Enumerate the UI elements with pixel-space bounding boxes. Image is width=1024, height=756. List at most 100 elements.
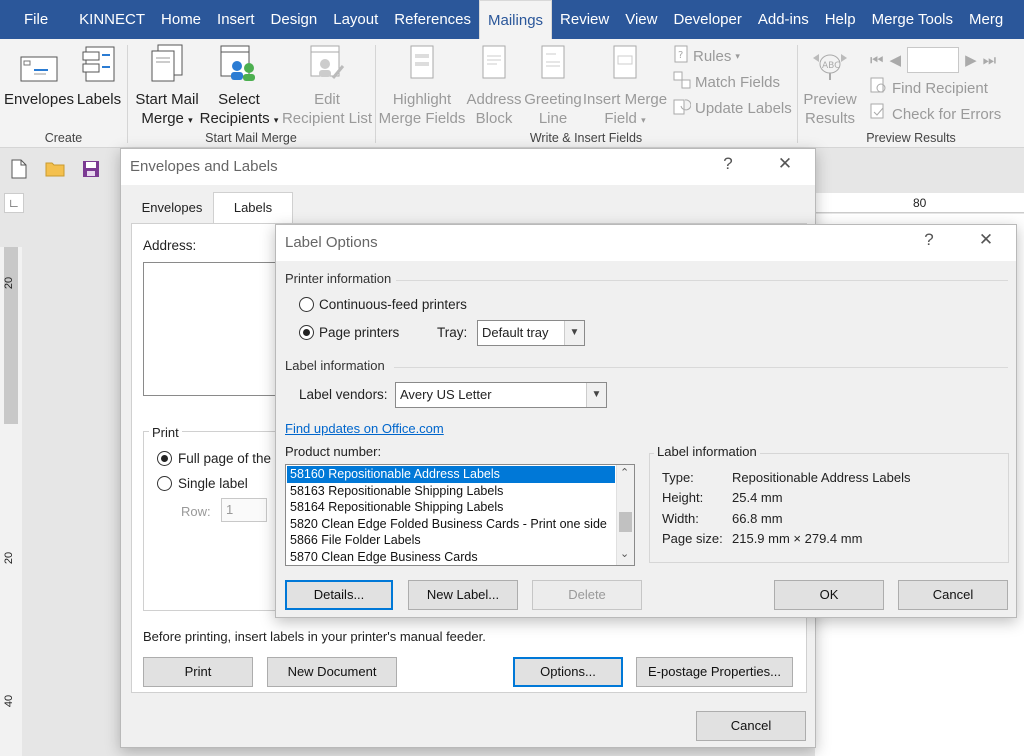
tab-insert[interactable]: Insert [209,0,263,39]
next-record-icon[interactable]: ▶ [965,51,977,69]
preview-results-button[interactable]: ABC Preview Results [800,45,860,128]
match-fields-button[interactable]: Match Fields [673,71,780,93]
full-page-radio[interactable] [157,451,172,466]
tab-file[interactable]: File [0,0,71,39]
edit-recipient-list-button[interactable]: Edit Recipient List [278,45,376,128]
tab-view[interactable]: View [617,0,665,39]
scrollbar-thumb[interactable] [619,512,632,532]
tab-merge-overflow[interactable]: Merg [961,0,1011,39]
page-printers-radio[interactable] [299,325,314,340]
tab-design[interactable]: Design [263,0,326,39]
row-spinner[interactable]: 1 [221,498,267,522]
insert-merge-field-button[interactable]: Insert Merge Field ▾ [582,45,668,130]
address-textarea[interactable] [143,262,283,396]
check-for-errors-label: Check for Errors [892,105,1002,123]
ruler-mark: 40 [3,694,16,708]
product-list-item[interactable]: 5820 Clean Edge Folded Business Cards - … [287,516,615,533]
label-options-dialog: Label Options ? ✕ Printer information Co… [275,224,1017,618]
tab-mailings[interactable]: Mailings [479,0,553,39]
address-block-line1: Address [466,91,522,108]
edit-list-icon [309,44,345,87]
page-printers-label: Page printers [319,325,400,340]
last-record-icon[interactable]: ⏭ [983,52,997,69]
edit-recipient-list-line1: Edit [314,91,340,108]
greeting-line-icon [539,44,567,87]
tray-select[interactable]: Default tray ▼ [477,320,585,346]
open-folder-icon[interactable] [45,161,65,180]
previous-record-icon[interactable]: ◀ [890,51,902,69]
help-button[interactable]: ? [716,154,740,174]
help-button[interactable]: ? [917,230,941,250]
start-mail-merge-button[interactable]: Start Mail Merge ▾ [130,44,204,130]
first-record-icon[interactable]: ⏮ [870,52,884,69]
close-button[interactable]: ✕ [974,230,998,250]
cancel-label: Cancel [932,587,974,602]
scroll-down-icon[interactable]: ⌄ [620,547,629,560]
chevron-down-icon: ▾ [188,115,193,125]
page-size-key: Page size: [662,531,723,546]
details-button[interactable]: Details... [285,580,393,610]
full-page-label: Full page of the s [178,451,282,466]
close-button[interactable]: ✕ [773,154,797,174]
tab-review[interactable]: Review [552,0,617,39]
epostage-properties-button[interactable]: E-postage Properties... [636,657,793,687]
chevron-down-icon: ▼ [586,383,606,407]
envelopes-button[interactable]: Envelopes [4,45,74,109]
rules-button[interactable]: ? Rules ▾ [673,45,740,67]
product-list-item[interactable]: 58164 Repositionable Shipping Labels [287,499,615,516]
new-label-button[interactable]: New Label... [408,580,518,610]
product-list-item[interactable]: 58163 Repositionable Shipping Labels [287,483,615,500]
ok-button[interactable]: OK [774,580,884,610]
cancel-button[interactable]: Cancel [696,711,806,741]
ribbon-group-preview-results: ABC Preview Results ⏮ ◀ ▶ ⏭ Find Recipie… [798,39,1024,148]
greeting-line-line2: Line [538,110,568,127]
options-button-label: Options... [540,664,596,679]
product-list-item[interactable]: 5866 File Folder Labels [287,532,615,549]
save-icon[interactable] [82,160,100,181]
tab-kinnect[interactable]: KINNECT [71,0,153,39]
address-block-button[interactable]: Address Block [464,45,524,128]
single-label-radio[interactable] [157,476,172,491]
find-updates-link[interactable]: Find updates on Office.com [285,421,444,436]
highlight-merge-fields-button[interactable]: Highlight Merge Fields [378,45,466,128]
dialog-title: Envelopes and Labels [130,158,278,175]
find-recipient-button[interactable]: Find Recipient [870,77,988,99]
record-number-input[interactable] [907,47,960,73]
scroll-up-icon[interactable]: ⌃ [620,466,629,479]
label-vendors-select[interactable]: Avery US Letter ▼ [395,382,607,408]
select-recipients-button[interactable]: Select Recipients ▾ [198,45,280,130]
cancel-button[interactable]: Cancel [898,580,1008,610]
check-for-errors-button[interactable]: Check for Errors [870,103,1001,125]
tab-home[interactable]: Home [153,0,209,39]
delete-button[interactable]: Delete [532,580,642,610]
chevron-down-icon: ▾ [735,50,740,61]
tab-references[interactable]: References [386,0,479,39]
update-labels-button[interactable]: Update Labels [673,97,792,119]
product-list-item[interactable]: 58160 Repositionable Address Labels [287,466,615,483]
product-list-item[interactable]: 5870 Clean Edge Business Cards [287,549,615,566]
label-vendors-label: Label vendors: [299,387,388,402]
tab-layout[interactable]: Layout [325,0,386,39]
print-button[interactable]: Print [143,657,253,687]
listbox-scrollbar[interactable]: ⌃ ⌄ [616,465,634,565]
tab-help[interactable]: Help [817,0,864,39]
match-fields-label: Match Fields [695,73,781,91]
options-button[interactable]: Options... [513,657,623,687]
greeting-line-button[interactable]: Greeting Line [522,45,584,128]
tab-envelopes[interactable]: Envelopes [131,194,213,222]
product-number-listbox[interactable]: 58160 Repositionable Address Labels 58163… [285,464,635,566]
tab-stop-selector-icon[interactable]: ∟ [4,193,24,213]
group-label-create: Create [44,131,83,145]
tab-labels[interactable]: Labels [213,192,293,224]
svg-text:?: ? [678,50,683,61]
new-document-icon[interactable] [11,159,27,182]
tab-developer[interactable]: Developer [665,0,749,39]
tab-merge-tools[interactable]: Merge Tools [864,0,961,39]
epostage-label: E-postage Properties... [648,664,781,679]
tab-addins[interactable]: Add-ins [750,0,817,39]
group-label-preview-results: Preview Results [866,131,956,145]
width-value: 66.8 mm [732,511,783,526]
continuous-feed-radio[interactable] [299,297,314,312]
labels-button[interactable]: Labels [76,45,122,109]
new-document-button[interactable]: New Document [267,657,397,687]
